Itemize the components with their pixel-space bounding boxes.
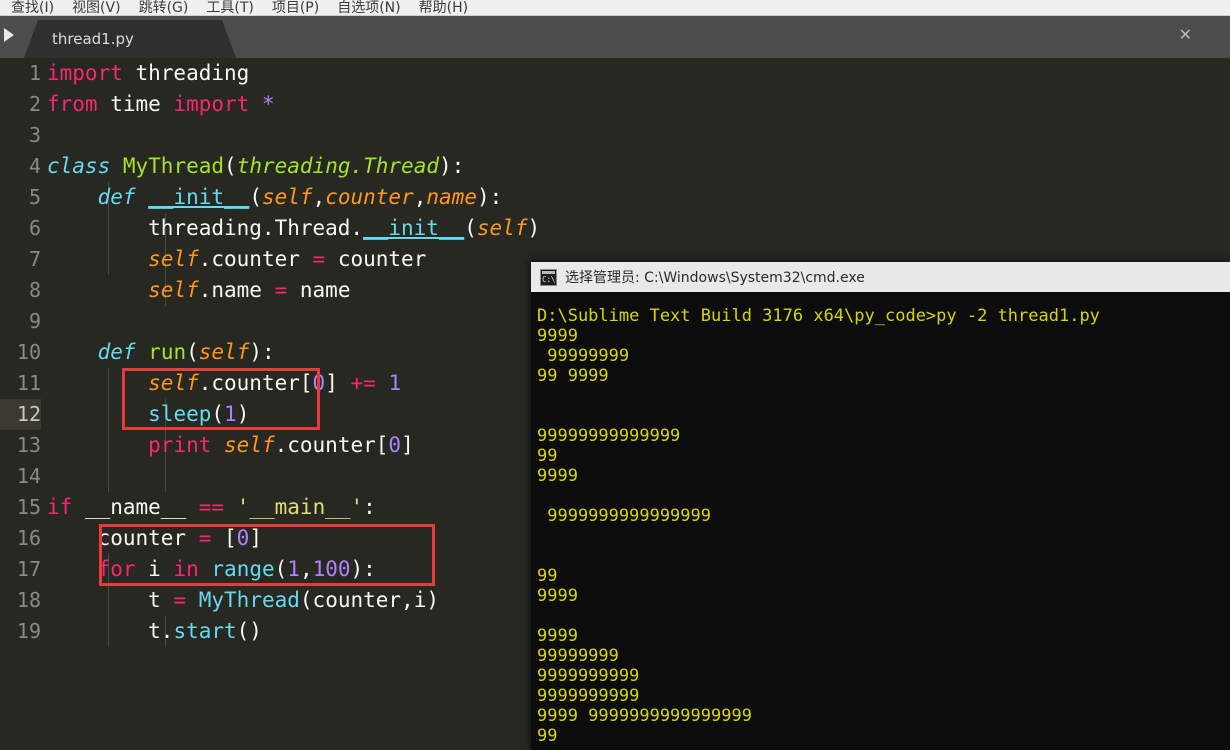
cmd-output-line: 9999 bbox=[537, 326, 578, 346]
line-number: 3 bbox=[28, 123, 41, 147]
line-number: 17 bbox=[16, 557, 41, 581]
cmd-icon-label: C:\ bbox=[542, 274, 555, 284]
menu-item-preferences[interactable]: 自选项(N) bbox=[328, 1, 409, 16]
code-line-13: print self.counter[0] bbox=[148, 433, 414, 457]
code-line-19: t.start() bbox=[47, 619, 262, 643]
code-line-10: def run(self): bbox=[97, 340, 275, 364]
annotation-box-main-loop bbox=[99, 524, 435, 586]
cmd-prompt-line: D:\Sublime Text Build 3176 x64\py_code>p… bbox=[537, 306, 1100, 326]
line-number: 2 bbox=[28, 92, 41, 116]
sublime-text-window: 查找(I) 视图(V) 跳转(G) 工具(T) 项目(P) 自选项(N) 帮助(… bbox=[0, 0, 1230, 750]
code-line-18: t = MyThread(counter,i) bbox=[47, 588, 439, 612]
code-line-4: class MyThread(threading.Thread): bbox=[47, 154, 465, 178]
menu-item-tools[interactable]: 工具(T) bbox=[197, 1, 262, 16]
cmd-output-line: 99999999 bbox=[537, 346, 630, 366]
menu-item-project[interactable]: 项目(P) bbox=[263, 1, 328, 16]
code-line-8: self.name = name bbox=[148, 278, 351, 302]
command-prompt-title-bar[interactable]: C:\ 选择管理员: C:\Windows\System32\cmd.exe bbox=[531, 262, 1230, 292]
tab-close-icon[interactable]: ✕ bbox=[1179, 27, 1192, 43]
line-number: 16 bbox=[16, 526, 41, 550]
line-number: 11 bbox=[16, 371, 41, 395]
line-number: 18 bbox=[16, 588, 41, 612]
line-number: 6 bbox=[28, 216, 41, 240]
tab-thread1-py[interactable]: thread1.py bbox=[24, 20, 236, 58]
cmd-exe-icon: C:\ bbox=[540, 268, 557, 286]
cmd-output-line: 9999 bbox=[537, 466, 578, 486]
cmd-output-line: 99 9999 bbox=[537, 366, 609, 386]
cmd-output-line: 9999 bbox=[537, 626, 578, 646]
cmd-output-line: 9999 bbox=[537, 586, 578, 606]
menu-item-view[interactable]: 视图(V) bbox=[63, 1, 130, 16]
command-prompt-output[interactable]: D:\Sublime Text Build 3176 x64\py_code>p… bbox=[531, 292, 1230, 750]
cmd-output-line: 9999 9999999999999999 bbox=[537, 706, 752, 726]
code-line-15: if __name__ == '__main__': bbox=[47, 495, 376, 519]
line-number: 15 bbox=[16, 495, 41, 519]
menu-item-find[interactable]: 查找(I) bbox=[2, 1, 63, 16]
line-number-gutter: 1 2 3 4 5 6 7 8 9 10 11 12 13 14 15 16 1… bbox=[0, 58, 47, 750]
menu-item-goto[interactable]: 跳转(G) bbox=[130, 1, 198, 16]
code-line-5: def __init__(self,counter,name): bbox=[97, 185, 503, 209]
tab-bar: thread1.py ✕ bbox=[0, 16, 1230, 58]
line-number: 8 bbox=[28, 278, 41, 302]
cmd-output-line: 9999999999999999 bbox=[537, 506, 711, 526]
menu-item-help[interactable]: 帮助(H) bbox=[410, 1, 477, 16]
line-number: 4 bbox=[28, 154, 41, 178]
menu-bar: 查找(I) 视图(V) 跳转(G) 工具(T) 项目(P) 自选项(N) 帮助(… bbox=[0, 0, 1230, 16]
cmd-output-line: 99999999 bbox=[537, 646, 619, 666]
cmd-output-line: 99 bbox=[537, 726, 558, 746]
line-number: 7 bbox=[28, 247, 41, 271]
annotation-box-run-body bbox=[122, 368, 320, 430]
cmd-output-line: 99 bbox=[537, 446, 558, 466]
line-number: 10 bbox=[16, 340, 41, 364]
code-line-2: from time import * bbox=[47, 92, 275, 116]
cmd-output-line: 9999999999 bbox=[537, 666, 640, 686]
code-line-6: threading.Thread.__init__(self) bbox=[47, 216, 541, 240]
cmd-output-line bbox=[537, 606, 1230, 626]
line-number: 5 bbox=[28, 185, 41, 209]
cmd-output-line: 9999999999 bbox=[537, 686, 640, 706]
line-number: 13 bbox=[16, 433, 41, 457]
code-line-7: self.counter = counter bbox=[148, 247, 427, 271]
tab-label: thread1.py bbox=[52, 30, 134, 48]
cmd-output-line: 99 bbox=[537, 566, 558, 586]
cmd-output-line: 99999999999999 bbox=[537, 426, 681, 446]
line-number: 9 bbox=[28, 309, 41, 333]
cmd-output-line bbox=[537, 486, 1230, 506]
cmd-output-line bbox=[537, 546, 1230, 566]
cmd-output-line bbox=[537, 526, 1230, 546]
cmd-output-line bbox=[537, 406, 1230, 426]
line-number: 1 bbox=[28, 61, 41, 85]
line-number-active: 12 bbox=[0, 399, 41, 430]
sidebar-expand-arrow-icon[interactable] bbox=[4, 28, 14, 42]
cmd-output-line bbox=[537, 386, 1230, 406]
line-number: 14 bbox=[16, 464, 41, 488]
command-prompt-window[interactable]: C:\ 选择管理员: C:\Windows\System32\cmd.exe D… bbox=[531, 262, 1230, 750]
line-number: 19 bbox=[16, 619, 41, 643]
code-line-1: import threading bbox=[47, 61, 250, 85]
command-prompt-title-text: 选择管理员: C:\Windows\System32\cmd.exe bbox=[565, 270, 865, 286]
